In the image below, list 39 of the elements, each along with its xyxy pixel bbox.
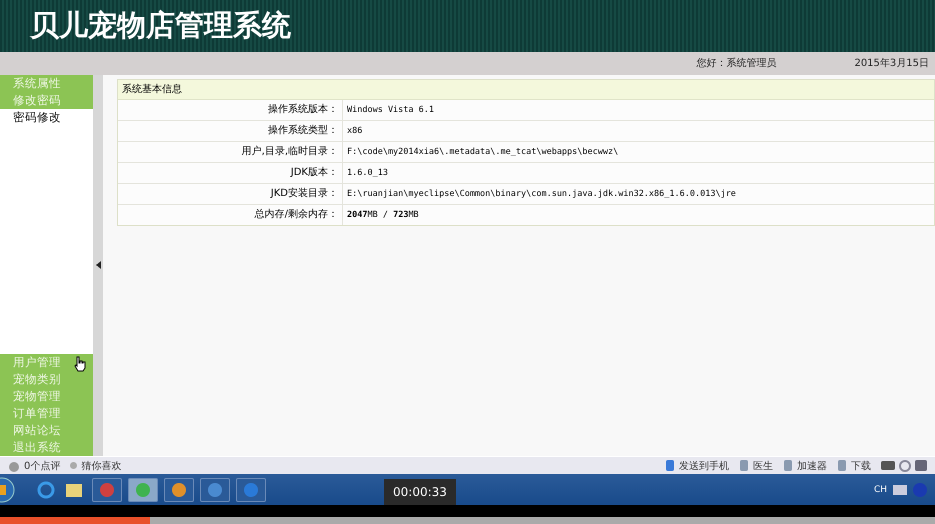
field-value: x86 xyxy=(346,124,362,138)
field-label: JDK版本： xyxy=(118,162,343,183)
app-icon xyxy=(171,482,187,498)
status-link[interactable]: 0个点评 xyxy=(24,458,60,473)
status-link[interactable]: 猜你喜欢 xyxy=(81,458,122,473)
field-label: 总内存/剩余内存： xyxy=(118,204,343,225)
status-link[interactable]: 发送到手机 xyxy=(679,458,729,473)
app-icon xyxy=(243,482,259,498)
dot-icon xyxy=(70,462,78,470)
app-icon xyxy=(207,482,223,498)
hand-cursor-icon xyxy=(74,356,86,372)
greeting-text: 您好：系统管理员 xyxy=(696,56,776,70)
field-value: 1.6.0_13 xyxy=(346,166,388,180)
video-progress-bar[interactable] xyxy=(0,517,935,524)
taskbar-button[interactable] xyxy=(92,478,122,502)
field-label: 操作系统版本： xyxy=(118,100,343,120)
app-icon xyxy=(99,482,115,498)
field-value: Windows Vista 6.1 xyxy=(346,104,434,117)
app-title: 贝儿宠物店管理系统 xyxy=(30,6,291,44)
panel-title: 系统基本信息 xyxy=(122,84,182,95)
status-link[interactable]: 加速器 xyxy=(797,458,827,473)
field-value: E:\ruanjian\myeclipse\Common\binary\com.sun.java.jdk.win32.x86_1.6.0.013\jre xyxy=(346,188,736,201)
splitter-bar[interactable] xyxy=(93,74,103,456)
status-link[interactable]: 下载 xyxy=(851,458,871,473)
taskbar-button[interactable] xyxy=(128,478,158,502)
taskbar-button[interactable] xyxy=(236,478,266,502)
taskbar-button[interactable] xyxy=(164,478,194,502)
taskbar-button[interactable] xyxy=(200,478,230,502)
field-value: F:\code\my2014xia6\.metadata\.me_tcat\webapps\becwwz\ xyxy=(346,146,618,159)
app-icon xyxy=(135,482,151,498)
timestamp-overlay: 00:00:33 xyxy=(384,479,456,506)
date-text: 2015年3月15日 xyxy=(854,57,929,70)
field-label: JKD安装目录： xyxy=(118,184,343,204)
collapse-arrow-icon[interactable] xyxy=(96,261,100,270)
field-label: 操作系统类型： xyxy=(118,120,343,141)
language-indicator[interactable]: CH xyxy=(874,484,887,495)
field-value: 2047MB / 723MB xyxy=(346,208,419,222)
field-label: 用户,目录,临时目录： xyxy=(118,142,343,162)
status-link[interactable]: 医生 xyxy=(753,458,773,473)
